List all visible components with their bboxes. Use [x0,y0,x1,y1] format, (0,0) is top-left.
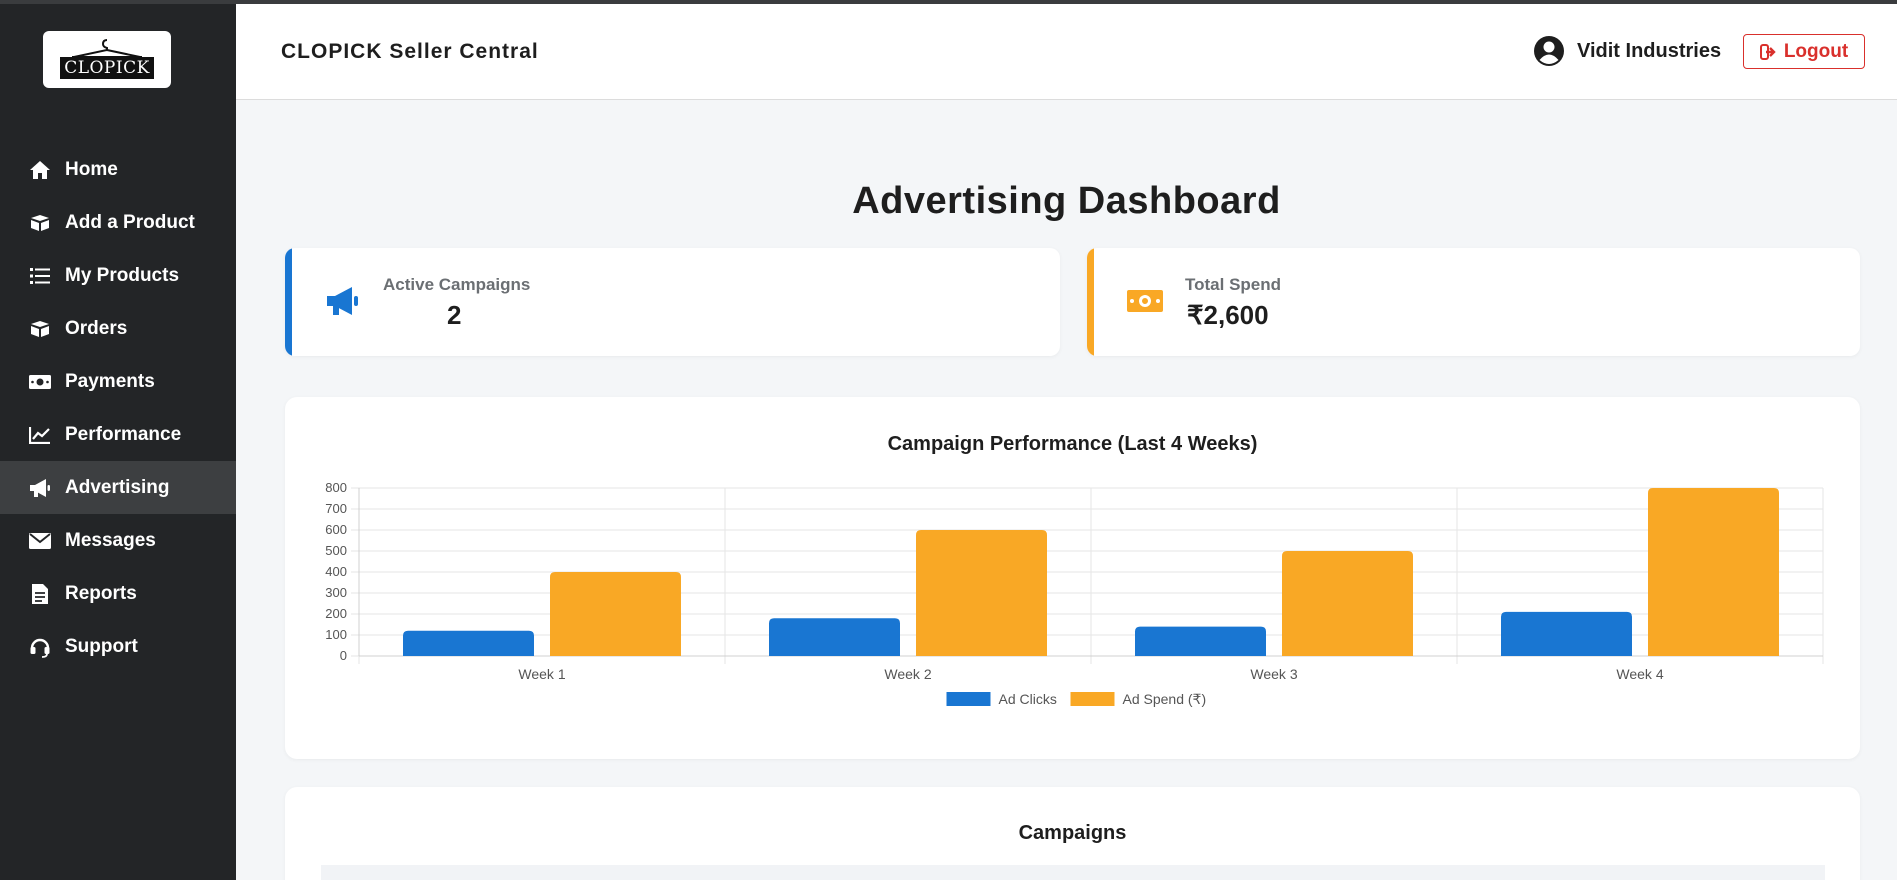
top-header: CLOPICK Seller Central Vidit Industries … [236,4,1897,100]
box-icon [29,319,51,339]
sidebar-item-advertising[interactable]: Advertising [0,461,236,514]
logo-text: CLOPICK [60,56,154,79]
megaphone-icon [324,282,362,320]
y-tick-label: 300 [325,585,347,600]
campaigns-title: Campaigns [1018,822,1127,844]
sidebar-item-reports[interactable]: Reports [0,567,236,620]
sidebar-item-label: Home [65,158,118,180]
file-icon [29,583,51,604]
sidebar-item-label: My Products [65,264,180,286]
total-spend-card: Total Spend ₹2,600 [1087,248,1860,356]
sidebar-item-add-a-product[interactable]: Add a Product [0,196,236,249]
bar-ad-clicks-week-3[interactable] [1135,626,1266,656]
y-tick-label: 600 [325,522,347,537]
user-menu[interactable]: Vidit Industries [1533,33,1721,69]
campaigns-table-header [321,865,1825,880]
bar-ad-spend-week-3[interactable] [1282,551,1413,656]
bar-ad-spend-week-2[interactable] [916,530,1047,656]
bar-ad-clicks-week-2[interactable] [769,618,900,656]
page-title: Advertising Dashboard [852,180,1281,222]
chart-line-icon [29,425,51,445]
user-name: Vidit Industries [1577,39,1722,62]
sidebar-item-label: Add a Product [65,211,195,233]
sidebar-item-label: Payments [65,370,155,392]
legend-label[interactable]: Ad Clicks [999,691,1057,707]
card-accent-bar [1087,248,1094,356]
user-avatar-icon [1534,36,1564,66]
x-tick-label: Week 1 [518,666,565,682]
card-accent-bar [285,248,292,356]
clopick-logo[interactable]: CLOPICK [43,31,171,88]
money-bill-icon [1126,282,1164,320]
sign-out-icon [1759,43,1778,60]
active-campaigns-label: Active Campaigns [383,275,531,294]
sidebar-item-label: Support [65,635,138,657]
y-tick-label: 700 [325,501,347,516]
bar-ad-clicks-week-1[interactable] [403,630,534,656]
sidebar-item-support[interactable]: Support [0,620,236,673]
sidebar-item-home[interactable]: Home [0,143,236,196]
sidebar: CLOPICK Home Add a Product My Products Orde… [0,4,236,880]
legend-swatch[interactable] [946,692,991,706]
box-icon [29,213,51,233]
campaigns-card: Campaigns [285,787,1860,880]
y-tick-label: 800 [325,480,347,495]
active-campaigns-card: Active Campaigns 2 [285,248,1060,356]
legend-label[interactable]: Ad Spend (₹) [1123,691,1207,707]
sidebar-item-orders[interactable]: Orders [0,302,236,355]
sidebar-item-label: Messages [65,529,156,551]
total-spend-value: ₹2,600 [1187,300,1269,330]
y-tick-label: 100 [325,627,347,642]
y-tick-label: 200 [325,606,347,621]
megaphone-icon [29,478,51,498]
list-icon [29,266,51,286]
envelope-icon [29,531,51,551]
money-icon [29,372,51,392]
hanger-icon [72,38,142,58]
legend-swatch[interactable] [1070,692,1115,706]
sidebar-item-my-products[interactable]: My Products [0,249,236,302]
sidebar-item-label: Advertising [65,476,170,498]
headset-icon [29,637,51,658]
brand-title: CLOPICK Seller Central [281,40,539,63]
x-tick-label: Week 2 [884,666,931,682]
sidebar-item-performance[interactable]: Performance [0,408,236,461]
bar-ad-clicks-week-4[interactable] [1501,611,1632,656]
home-icon [29,160,51,180]
sidebar-item-label: Reports [65,582,137,604]
logout-button[interactable]: Logout [1743,34,1865,69]
bar-ad-spend-week-1[interactable] [550,572,681,656]
sidebar-nav: Home Add a Product My Products Orders Paymen… [0,143,236,673]
sidebar-item-messages[interactable]: Messages [0,514,236,567]
campaign-performance-chart: 0 100 200 300 400 500 600 700 800 Week 1 Week 2 Wee… [325,480,1824,707]
sidebar-item-label: Orders [65,317,128,339]
bar-ad-spend-week-4[interactable] [1648,488,1779,656]
logout-label: Logout [1783,40,1849,62]
y-tick-label: 0 [340,648,347,663]
campaign-performance-chart-card: Campaign Performance (Last 4 Weeks) 0 100… [285,397,1860,759]
x-tick-label: Week 3 [1250,666,1297,682]
y-tick-label: 500 [325,543,347,558]
logo-mark: CLOPICK [52,38,162,82]
sidebar-item-label: Performance [65,423,182,445]
active-campaigns-value: 2 [447,300,462,330]
sidebar-item-payments[interactable]: Payments [0,355,236,408]
y-tick-label: 400 [325,564,347,579]
total-spend-label: Total Spend [1185,275,1282,294]
x-tick-label: Week 4 [1616,666,1663,682]
